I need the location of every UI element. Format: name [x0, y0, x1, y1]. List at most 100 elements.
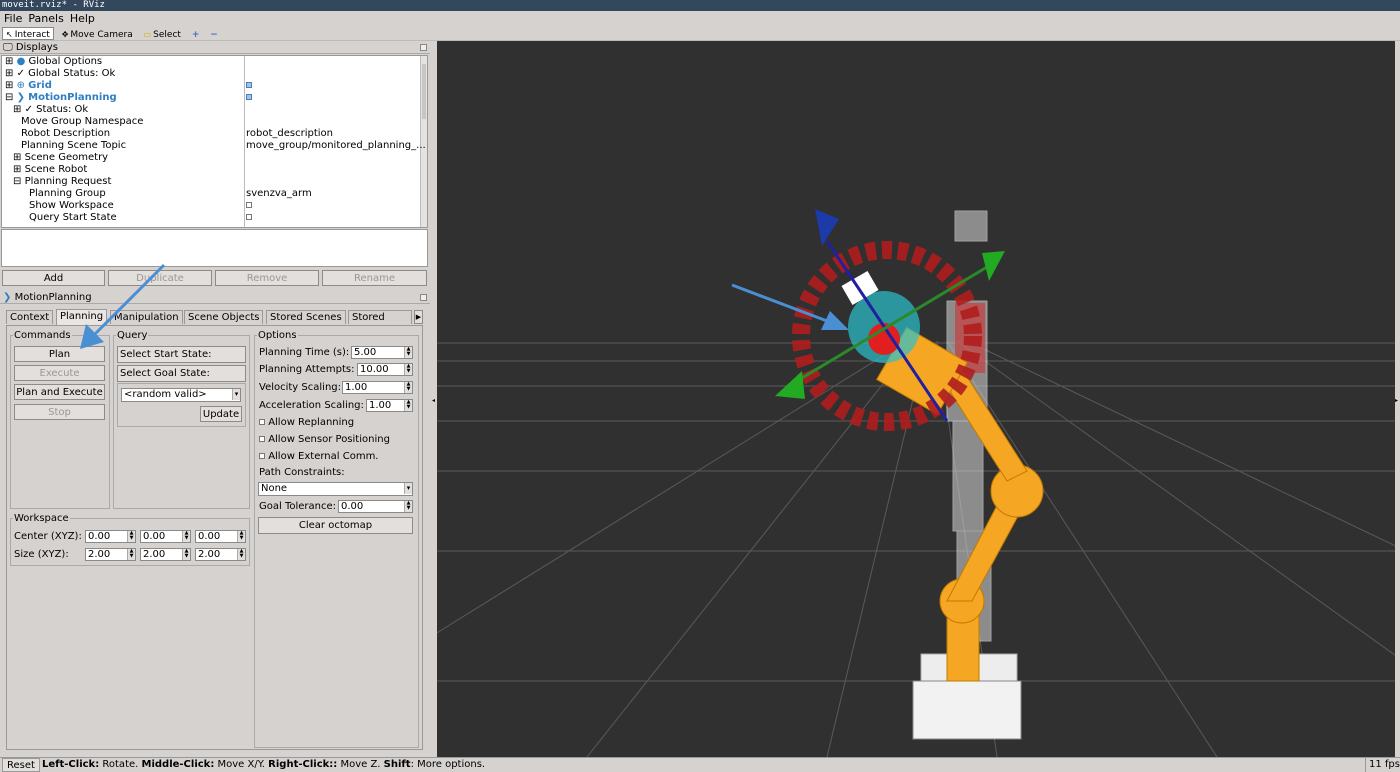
tab-stored-states[interactable]: Stored Stat [348, 310, 412, 324]
velocity-scaling-input[interactable]: 1.00 ▲ ▼ [342, 381, 413, 394]
close-panel-icon[interactable] [420, 44, 427, 51]
execute-button[interactable]: Execute [14, 365, 105, 381]
right-splitter[interactable]: ▸ [1395, 41, 1400, 757]
goal-tolerance-label: Goal Tolerance: [259, 501, 337, 512]
tree-row-global-options[interactable]: ⊞ ● Global Options [2, 56, 422, 68]
clear-octomap-button[interactable]: Clear octomap [258, 517, 413, 534]
cursor-icon: ↖ [6, 30, 13, 39]
options-title: Options [257, 330, 298, 341]
menu-file[interactable]: File [4, 12, 22, 25]
tab-scene-objects[interactable]: Scene Objects [184, 310, 264, 324]
remove-display-button[interactable]: Remove [215, 270, 319, 286]
spinner-icon[interactable]: ▲ ▼ [404, 382, 412, 393]
tab-context[interactable]: Context [6, 310, 54, 324]
stop-button[interactable]: Stop [14, 404, 105, 420]
size-x-input[interactable]: 2.00 ▲ ▼ [85, 548, 136, 561]
center-z-input[interactable]: 0.00 ▲ ▼ [195, 530, 246, 543]
tree-row-scene-geometry[interactable]: ⊞ Scene Geometry [2, 152, 422, 164]
spinner-icon[interactable]: ▲ ▼ [404, 501, 412, 512]
show-workspace-checkbox[interactable] [246, 202, 252, 208]
commands-title: Commands [13, 330, 72, 341]
tree-row-show-workspace[interactable]: Show Workspace [2, 200, 422, 212]
add-tool-button[interactable]: + [189, 29, 203, 42]
menu-help[interactable]: Help [70, 12, 95, 25]
motionplanning-icon: ❯ [3, 292, 12, 303]
tool-bar: ↖ Interact ✥ Move Camera ▭ Select + − [0, 26, 1400, 41]
property-description-box [1, 229, 428, 267]
velocity-scaling-label: Velocity Scaling: [259, 382, 341, 393]
center-y-input[interactable]: 0.00 ▲ ▼ [140, 530, 191, 543]
tree-row-scene-robot[interactable]: ⊞ Scene Robot [2, 164, 422, 176]
menu-panels[interactable]: Panels [28, 12, 63, 25]
dropdown-arrow-icon: ▾ [404, 483, 412, 494]
select-tool-button[interactable]: ▭ Select [141, 28, 184, 41]
planning-time-input[interactable]: 5.00 ▲ ▼ [351, 346, 413, 359]
tree-row-planning-request[interactable]: ⊟ Planning Request [2, 176, 422, 188]
plan-and-execute-button[interactable]: Plan and Execute [14, 384, 105, 400]
motionplanning-panel-header: ❯ MotionPlanning [0, 292, 430, 304]
tree-row-robot-description[interactable]: Robot Description robot_description [2, 128, 422, 140]
size-y-input[interactable]: 2.00 ▲ ▼ [140, 548, 191, 561]
displays-tree[interactable]: ⊞ ● Global Options ⊞ ✓ Global Status: Ok… [1, 55, 428, 228]
interact-tool-button[interactable]: ↖ Interact [2, 27, 54, 40]
tree-row-motionplanning[interactable]: ⊟ ❯ MotionPlanning [2, 92, 422, 104]
close-panel-icon[interactable] [420, 294, 427, 301]
acceleration-scaling-label: Acceleration Scaling: [259, 400, 364, 411]
motionplanning-enabled-checkbox[interactable] [246, 94, 252, 100]
fps-readout: 11 fps [1365, 758, 1400, 772]
tab-stored-scenes[interactable]: Stored Scenes [266, 310, 346, 324]
move-camera-tool-button[interactable]: ✥ Move Camera [59, 28, 136, 41]
allow-replanning-option[interactable]: Allow Replanning [259, 417, 354, 429]
planning-attempts-input[interactable]: 10.00 ▲ ▼ [357, 363, 413, 376]
reset-button[interactable]: Reset [2, 758, 40, 772]
z-axis-arrow[interactable] [815, 209, 839, 246]
check-icon: ✓ [24, 104, 33, 115]
allow-external-comm-option[interactable]: Allow External Comm. [259, 451, 379, 463]
tree-row-grid[interactable]: ⊞ ⊕ Grid [2, 80, 422, 92]
spinner-icon[interactable]: ▲ ▼ [404, 347, 412, 358]
menu-bar: File Panels Help [0, 11, 1400, 26]
remove-tool-button[interactable]: − [207, 29, 221, 42]
acceleration-scaling-input[interactable]: 1.00 ▲ ▼ [366, 399, 413, 412]
status-bar: Reset Left-Click: Rotate. Middle-Click: … [0, 757, 1400, 772]
path-constraints-label: Path Constraints: [259, 467, 345, 478]
tree-row-planning-scene-topic[interactable]: Planning Scene Topic move_group/monitored… [2, 140, 426, 152]
window-title: moveit.rviz* - RViz [0, 0, 1400, 11]
panel-splitter[interactable]: ◂ [431, 41, 436, 757]
size-z-input[interactable]: 2.00 ▲ ▼ [195, 548, 246, 561]
center-x-input[interactable]: 0.00 ▲ ▼ [85, 530, 136, 543]
y-axis-arrow-right[interactable] [982, 251, 1005, 281]
goal-tolerance-input[interactable]: 0.00 ▲ ▼ [338, 500, 413, 513]
scrollbar-thumb[interactable] [422, 64, 426, 119]
planning-attempts-label: Planning Attempts: [259, 364, 355, 375]
allow-sensor-positioning-checkbox[interactable] [259, 436, 265, 442]
tab-scroll-right-button[interactable]: ▶ [414, 310, 423, 324]
tree-row-query-start-state[interactable]: Query Start State [2, 212, 422, 224]
path-constraints-select[interactable]: None ▾ [258, 482, 413, 496]
tree-row-global-status[interactable]: ⊞ ✓ Global Status: Ok [2, 68, 422, 80]
select-icon: ▭ [143, 30, 152, 39]
tree-row-move-group-namespace[interactable]: Move Group Namespace [2, 116, 422, 128]
allow-replanning-checkbox[interactable] [259, 419, 265, 425]
scene-canvas[interactable] [437, 41, 1395, 757]
monitor-icon: 🖵 [3, 42, 13, 53]
spinner-icon[interactable]: ▲ ▼ [404, 400, 412, 411]
allow-sensor-positioning-option[interactable]: Allow Sensor Positioning [259, 434, 390, 446]
workspace-center-label: Center (XYZ): [14, 531, 82, 542]
options-group [254, 335, 419, 748]
move-icon: ✥ [61, 30, 69, 39]
status-hint: Left-Click: Rotate. Middle-Click: Move X… [42, 759, 486, 770]
select-goal-state-button[interactable]: Select Goal State: [117, 365, 246, 382]
tree-row-status[interactable]: ⊞ ✓ Status: Ok [2, 104, 422, 116]
query-start-state-checkbox[interactable] [246, 214, 252, 220]
spinner-icon[interactable]: ▲ ▼ [404, 364, 412, 375]
tree-row-planning-group[interactable]: Planning Group svenzva_arm [2, 188, 422, 200]
rename-display-button[interactable]: Rename [322, 270, 427, 286]
y-axis-arrow-left[interactable] [775, 371, 805, 399]
3d-viewport[interactable] [437, 41, 1395, 757]
allow-external-comm-checkbox[interactable] [259, 453, 265, 459]
goal-state-select[interactable]: <random valid> ▾ [121, 388, 241, 402]
update-button[interactable]: Update [200, 406, 242, 422]
grid-enabled-checkbox[interactable] [246, 82, 252, 88]
motionplanning-icon: ❯ [16, 92, 25, 103]
